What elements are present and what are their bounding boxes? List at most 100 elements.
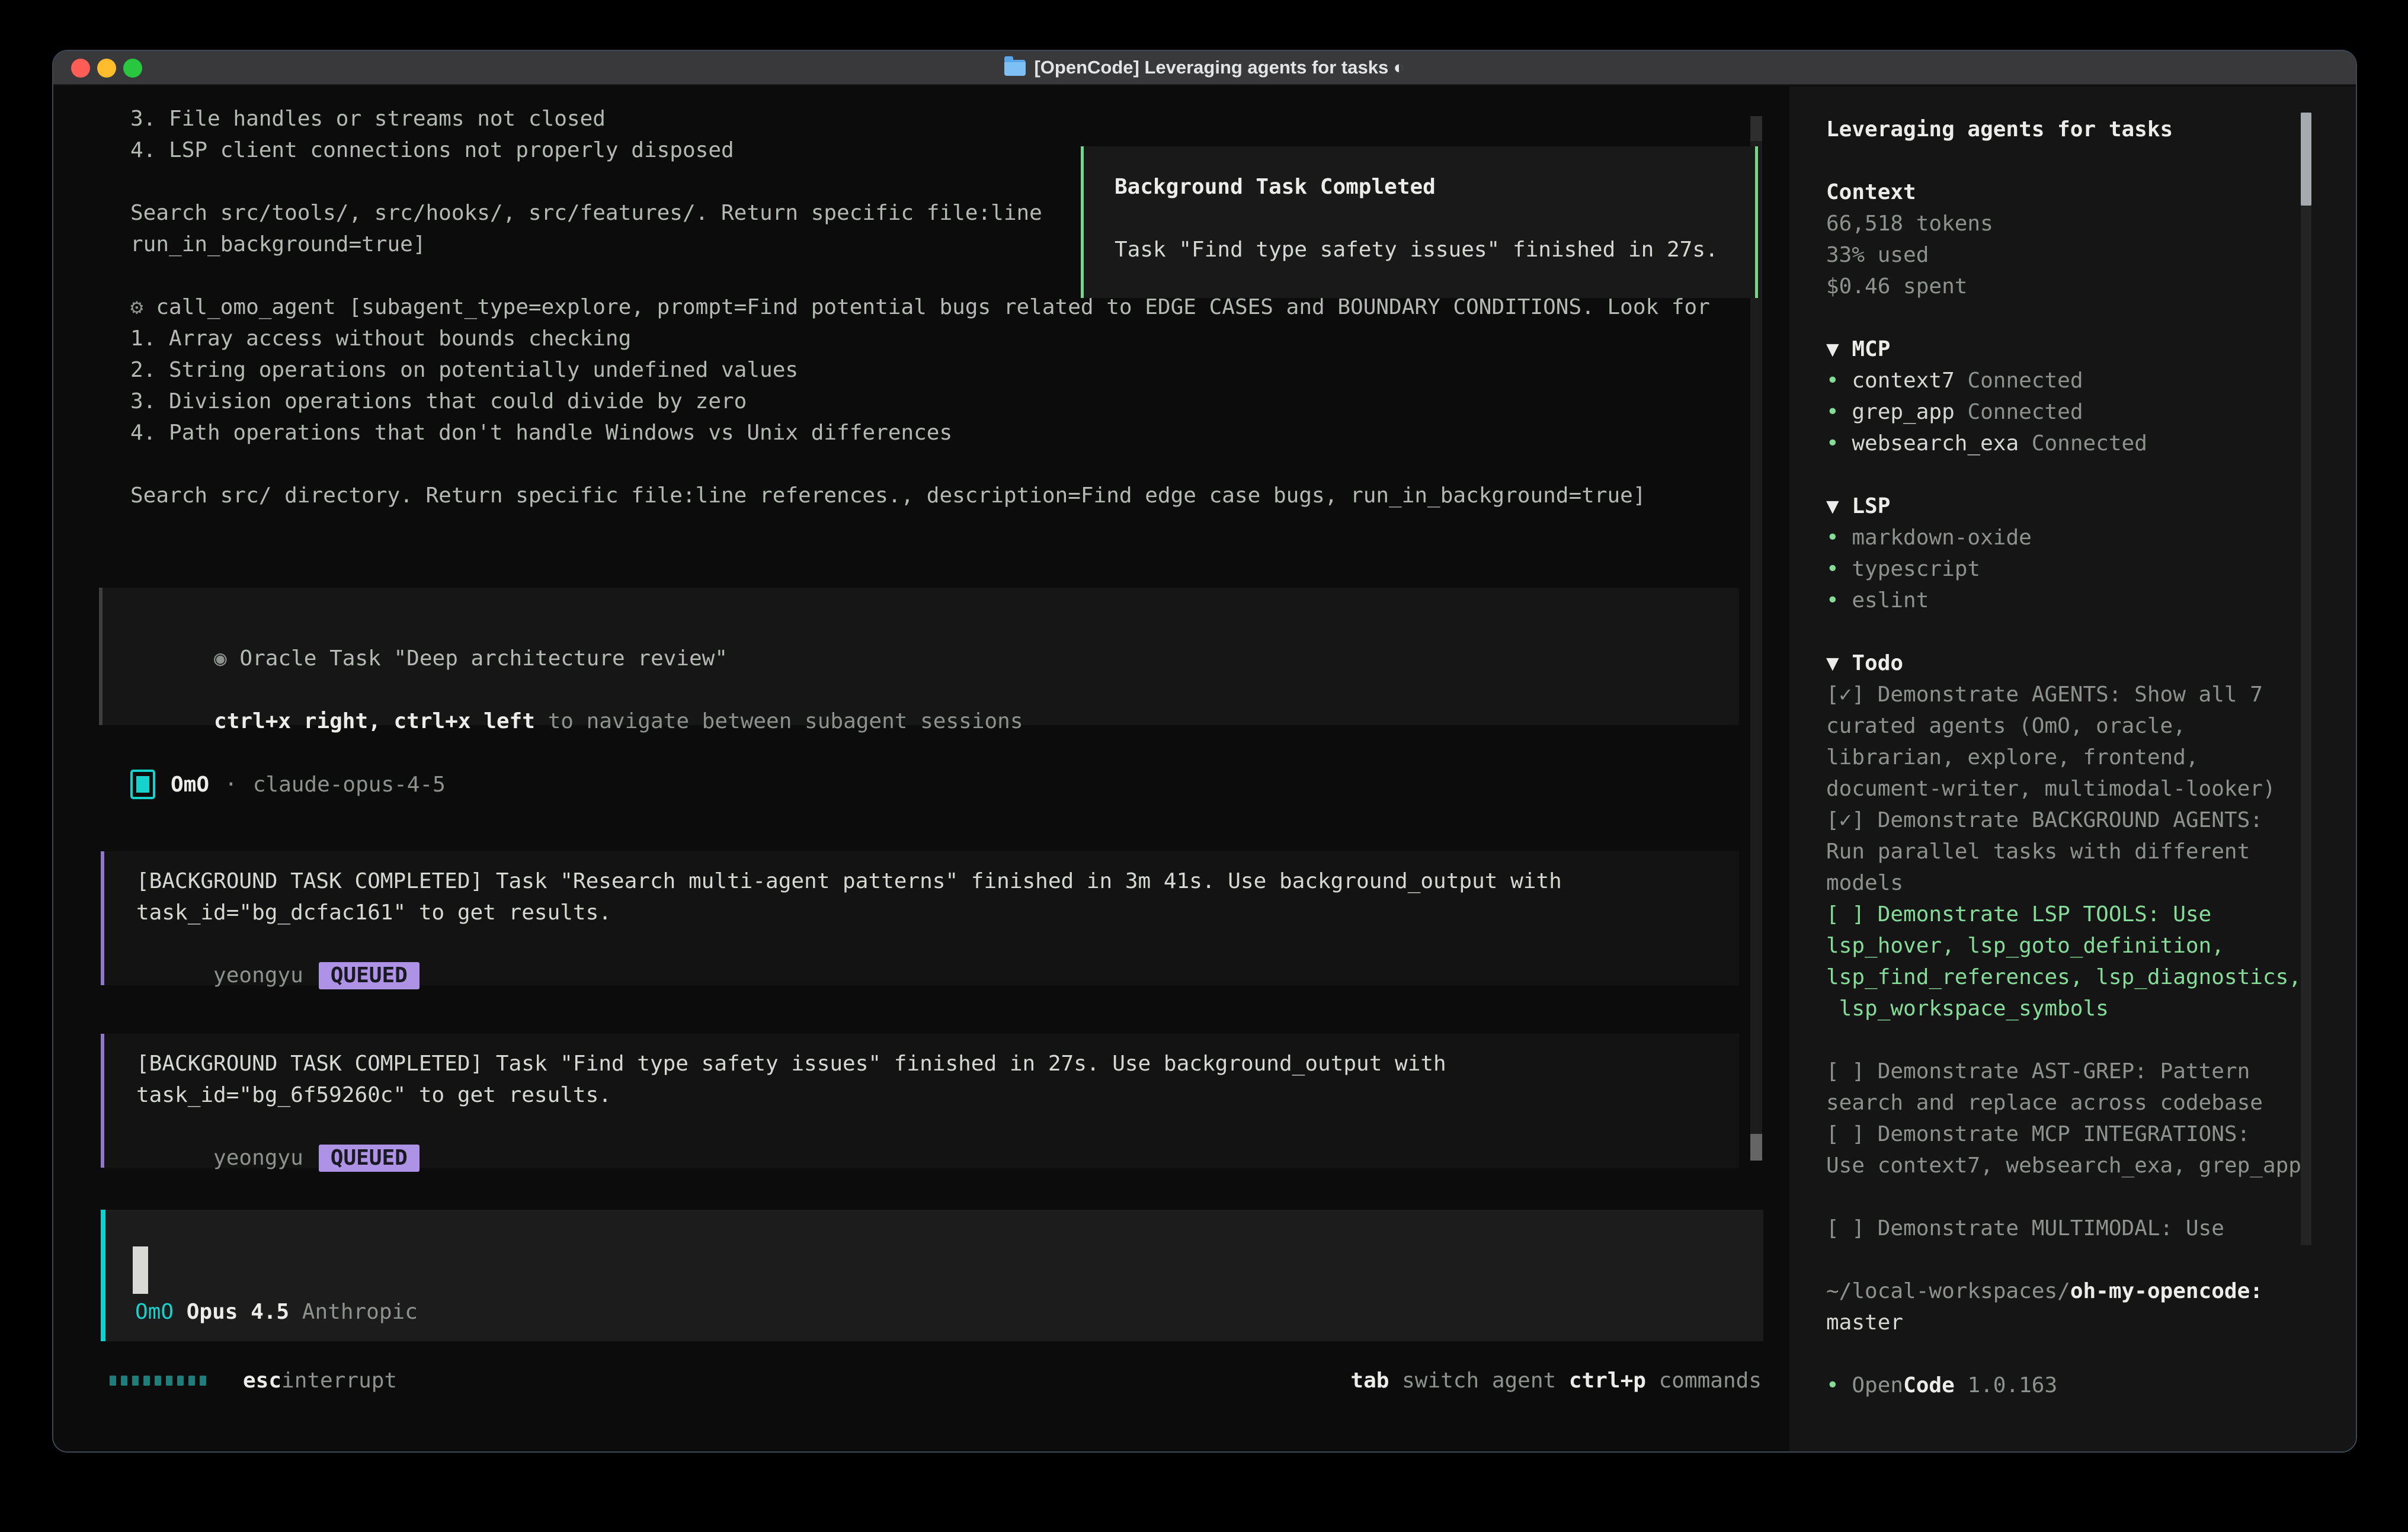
text-line: 66,518 tokens: [1826, 208, 2318, 239]
text-segment: 4. LSP client connections not properly d…: [130, 138, 734, 162]
task-author: yeongyu: [213, 1146, 303, 1170]
text-line: • OpenCode 1.0.163: [1826, 1370, 2318, 1401]
zoom-button[interactable]: [123, 59, 142, 78]
esc-key-label: interrupt: [281, 1365, 397, 1396]
status-badge: QUEUED: [319, 962, 420, 989]
text-segment: Connected: [1967, 368, 2083, 393]
text-segment: 4. Path operations that don't handle Win…: [130, 421, 952, 445]
prompt-input[interactable]: OmO Opus 4.5 Anthropic: [101, 1210, 1763, 1341]
input-agent-name: OmO: [135, 1300, 174, 1324]
sidebar-scrollbar[interactable]: [2301, 113, 2311, 1245]
esc-key-hint: esc: [243, 1365, 281, 1396]
input-model: Opus 4.5: [187, 1300, 289, 1324]
text-segment: Code: [1903, 1373, 1955, 1398]
text-line: [✓] Demonstrate BACKGROUND AGENTS:: [1826, 805, 2318, 836]
text-segment: Open: [1852, 1373, 1903, 1398]
text-segment: lsp_workspace_symbols: [1826, 996, 2109, 1021]
task-card-line2: task_id="bg_6f59260c" to get results.: [136, 1083, 611, 1107]
text-line: 33% used: [1826, 239, 2318, 271]
spinner-dot: [110, 1376, 116, 1386]
main-scrollbar-thumb[interactable]: [1750, 1134, 1762, 1161]
separator-dot: ·: [225, 769, 238, 800]
agent-header: OmO · claude-opus-4-5: [130, 768, 446, 801]
text-segment: •: [1826, 431, 1852, 456]
text-line: librarian, explore, frontend,: [1826, 742, 2318, 773]
text-segment: 1. Array access without bounds checking: [130, 326, 631, 351]
oracle-hint-text: to navigate between subagent sessions: [535, 709, 1023, 733]
spinner-dot: [155, 1376, 161, 1386]
text-line: • grep_app Connected: [1826, 396, 2318, 428]
text-line: Use context7, websearch_exa, grep_app: [1826, 1150, 2318, 1181]
text-segment: lsp_find_references, lsp_diagnostics,: [1826, 965, 2301, 989]
folder-icon: [1004, 60, 1026, 76]
text-line: • typescript: [1826, 553, 2318, 585]
sidebar-scrollbar-thumb[interactable]: [2301, 113, 2311, 206]
text-segment: librarian, explore, frontend,: [1826, 745, 2199, 770]
text-segment: ▼ Todo: [1826, 651, 1903, 675]
text-segment: •: [1826, 1373, 1852, 1398]
text-line: [ ] Demonstrate MULTIMODAL: Use: [1826, 1213, 2318, 1244]
text-line: • eslint: [1826, 585, 2318, 616]
close-button[interactable]: [71, 59, 90, 78]
text-segment: eslint: [1852, 588, 1929, 613]
text-segment: models: [1826, 871, 1903, 895]
traffic-lights: [71, 59, 142, 78]
spinner-dot: [166, 1376, 172, 1386]
text-segment: ⚙: [130, 295, 156, 319]
task-author: yeongyu: [213, 963, 303, 988]
text-segment: 33% used: [1826, 243, 1929, 267]
status-bar-right: tab switch agent ctrl+p commands: [1350, 1365, 1762, 1396]
minimize-button[interactable]: [97, 59, 116, 78]
text-line: [130, 448, 1748, 480]
agent-model: claude-opus-4-5: [253, 769, 446, 800]
text-segment: Leveraging agents for tasks: [1826, 117, 2173, 142]
text-segment: Search src/ directory. Return specific f…: [130, 483, 1646, 508]
window-title: [OpenCode] Leveraging agents for tasks ◐: [1034, 57, 1404, 78]
text-segment: [ ] Demonstrate MCP INTEGRATIONS:: [1826, 1122, 2250, 1146]
text-line: • markdown-oxide: [1826, 522, 2318, 553]
text-line: $0.46 spent: [1826, 271, 2318, 302]
oracle-title: Oracle Task "Deep architecture review": [227, 646, 728, 671]
text-segment: markdown-oxide: [1852, 525, 2031, 550]
spinner-dot: [121, 1376, 127, 1386]
text-line: [1826, 1244, 2318, 1275]
text-segment: Run parallel tasks with different: [1826, 839, 2250, 864]
text-segment: context7: [1852, 368, 1967, 393]
text-segment: •: [1826, 588, 1852, 613]
status-bar-left: esc interrupt: [110, 1365, 397, 1396]
text-segment: [ ] Demonstrate AST-GREP: Pattern: [1826, 1059, 2250, 1084]
text-line: lsp_hover, lsp_goto_definition,: [1826, 930, 2318, 961]
text-segment: •: [1826, 525, 1852, 550]
text-line: • context7 Connected: [1826, 365, 2318, 396]
tab-key-label: switch agent: [1389, 1368, 1556, 1393]
titlebar[interactable]: [OpenCode] Leveraging agents for tasks ◐: [53, 51, 2356, 85]
notification-title: Background Task Completed: [1115, 175, 1436, 199]
text-line: Leveraging agents for tasks: [1826, 114, 2318, 145]
text-segment: 66,518 tokens: [1826, 211, 1993, 236]
spinner-dot: [188, 1376, 195, 1386]
text-line: [ ] Demonstrate LSP TOOLS: Use: [1826, 899, 2318, 930]
input-provider: Anthropic: [302, 1300, 418, 1324]
text-segment: document-writer, multimodal-looker): [1826, 777, 2276, 801]
text-line: [✓] Demonstrate AGENTS: Show all 7: [1826, 679, 2318, 710]
text-segment: ▼ LSP: [1826, 494, 1890, 518]
text-line: [1826, 1338, 2318, 1370]
spinner-dots: [110, 1376, 206, 1386]
status-badge: QUEUED: [319, 1145, 420, 1172]
text-line: document-writer, multimodal-looker): [1826, 773, 2318, 805]
text-line: ▼ MCP: [1826, 334, 2318, 365]
notification-body: Task "Find type safety issues" finished …: [1115, 238, 1718, 262]
text-line: Run parallel tasks with different: [1826, 836, 2318, 867]
text-segment: [✓] Demonstrate AGENTS: Show all 7: [1826, 682, 2263, 707]
text-segment: oh-my-opencode:: [2070, 1279, 2263, 1303]
spinner-dot: [177, 1376, 184, 1386]
notification-toast[interactable]: Background Task Completed Task "Find typ…: [1081, 146, 1758, 298]
agent-name: OmO: [171, 769, 209, 800]
text-line: [1826, 1181, 2318, 1213]
text-segment: [ ] Demonstrate LSP TOOLS: Use: [1826, 902, 2211, 927]
text-segment: master: [1826, 1310, 1903, 1335]
text-segment: ~/local-workspaces/: [1826, 1279, 2070, 1303]
text-line: master: [1826, 1307, 2318, 1338]
text-line: 4. Path operations that don't handle Win…: [130, 417, 1748, 448]
main-scrollbar-top-cap: [1750, 116, 1762, 141]
